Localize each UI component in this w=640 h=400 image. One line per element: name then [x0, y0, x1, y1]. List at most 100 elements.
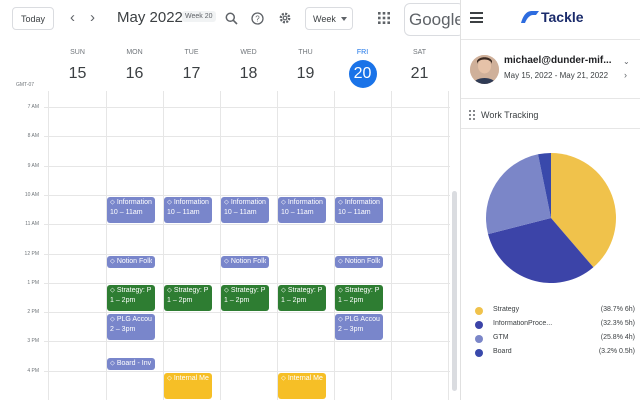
calendar-event[interactable]: ⬦ PLG Accou 2 – 3pm — [107, 314, 155, 341]
hour-label: 2 PM — [27, 309, 39, 316]
chevron-right-icon[interactable]: › — [90, 10, 95, 25]
day-number[interactable]: 20 — [348, 60, 377, 88]
week-day-header: SUN 15 MON 16 TUE 17 WED 18 THU 19 FRI 20 SAT 21 — [0, 40, 460, 91]
calendar-event[interactable]: ⬦ Strategy: P 1 – 2pm — [107, 284, 155, 312]
calendar-event[interactable]: ⬦ Strategy: P 1 – 2pm — [164, 284, 212, 312]
day-column-divider — [391, 91, 392, 400]
calendar-event[interactable]: ⬦ Information 10 – 11am — [107, 196, 155, 224]
hour-gridline — [44, 165, 450, 167]
legend-item: InformationProce... (32.3% 5h) — [475, 319, 635, 333]
calendar-view: Today ‹ › May 2022 Week 20 ? Week Google… — [0, 0, 460, 400]
legend-value: (32.3% 5h) — [600, 320, 635, 327]
time-grid[interactable]: 7 AM 8 AM 9 AM 10 AM 11 AM 12 PM 1 PM 2 PM 3 PM 4… — [0, 91, 460, 400]
hour-label: 9 AM — [27, 162, 39, 169]
calendar-event[interactable]: ⬦ Information 10 – 11am — [164, 196, 212, 224]
search-icon[interactable] — [221, 8, 241, 28]
event-time: 10 – 11am — [167, 208, 200, 216]
drag-handle-icon[interactable] — [469, 110, 475, 120]
chevron-left-icon[interactable]: ‹ — [70, 10, 75, 25]
legend-swatch — [475, 321, 483, 329]
event-title: ⬦ Information — [281, 198, 323, 206]
event-title: ⬦ Information — [224, 198, 266, 206]
hour-gridline — [44, 136, 450, 138]
gear-icon[interactable] — [275, 8, 295, 28]
day-column-divider — [334, 91, 335, 400]
day-column-divider — [277, 91, 278, 400]
day-name: SUN — [70, 49, 85, 56]
avatar[interactable] — [470, 55, 499, 84]
event-title: ⬦ Strategy: P — [338, 286, 380, 294]
day-number[interactable]: 18 — [235, 60, 263, 88]
day-header-sat[interactable]: SAT 21 — [391, 40, 448, 91]
day-header-tue[interactable]: TUE 17 — [163, 40, 220, 91]
tackle-logo-icon — [521, 11, 539, 23]
calendar-event[interactable]: ⬦ Information 10 – 11am — [221, 196, 269, 224]
day-number[interactable]: 15 — [64, 60, 92, 88]
event-time: 10 – 11am — [338, 208, 371, 216]
day-header-sun[interactable]: SUN 15 — [49, 40, 106, 91]
day-number[interactable]: 16 — [121, 60, 149, 88]
day-header-fri[interactable]: FRI 20 — [334, 40, 391, 91]
event-title: ⬦ Board - Inv — [110, 360, 152, 368]
hour-label: 7 AM — [27, 104, 39, 110]
day-number[interactable]: 17 — [178, 60, 206, 88]
hour-gridline — [44, 341, 450, 343]
hour-label: 8 AM — [27, 133, 39, 140]
hour-label: 3 PM — [27, 338, 39, 345]
calendar-event[interactable]: ⬦ Strategy: P 1 – 2pm — [221, 284, 269, 312]
svg-text:?: ? — [255, 14, 260, 23]
divider — [461, 128, 640, 129]
calendar-event[interactable]: ⬦ Board - Inv — [107, 358, 155, 371]
day-header-mon[interactable]: MON 16 — [106, 40, 163, 91]
day-header-wed[interactable]: WED 18 — [220, 40, 277, 91]
day-name: FRI — [356, 49, 369, 56]
calendar-event[interactable]: ⬦ PLG Accou 2 – 3pm — [335, 314, 383, 341]
google-account-button[interactable]: Google — [404, 3, 460, 36]
chevron-right-icon[interactable]: › — [624, 70, 627, 80]
calendar-event[interactable]: ⬦ Strategy: P 1 – 2pm — [278, 284, 326, 312]
day-name: SAT — [412, 49, 427, 56]
day-number[interactable]: 21 — [406, 60, 434, 88]
hour-gridline — [44, 312, 450, 314]
hour-label: 11 AM — [25, 221, 39, 228]
week-number-badge: Week 20 — [182, 11, 216, 22]
day-header-thu[interactable]: THU 19 — [277, 40, 334, 91]
calendar-event[interactable]: ⬦ Internal Me — [278, 372, 326, 399]
event-title: ⬦ Notion Follow — [224, 257, 266, 265]
hour-gridline — [44, 253, 450, 255]
hour-label: 4 PM — [27, 367, 39, 374]
event-title: ⬦ PLG Accou — [338, 316, 380, 324]
hour-label: 12 PM — [24, 250, 39, 257]
month-title: May 2022 — [117, 9, 183, 26]
calendar-event[interactable]: ⬦ Notion Follow — [221, 255, 269, 268]
event-title: ⬦ Notion Follow — [338, 257, 380, 265]
legend-value: (38.7% 6h) — [600, 306, 635, 313]
chevron-down-icon[interactable]: ⌄ — [623, 57, 630, 66]
calendar-event[interactable]: ⬦ Notion Follow — [335, 255, 383, 268]
day-number[interactable]: 19 — [292, 60, 320, 88]
day-name: THU — [298, 49, 313, 56]
account-email[interactable]: michael@dunder-mif... — [504, 55, 636, 66]
timezone-label: GMT-07 — [16, 82, 35, 88]
apps-grid-icon[interactable] — [374, 8, 394, 28]
date-range[interactable]: May 15, 2022 - May 21, 2022 — [504, 71, 608, 80]
scrollbar[interactable] — [452, 191, 457, 391]
calendar-event[interactable]: ⬦ Notion Follow — [107, 255, 155, 268]
calendar-event[interactable]: ⬦ Internal Me — [164, 372, 212, 399]
calendar-event[interactable]: ⬦ Strategy: P 1 – 2pm — [335, 284, 383, 312]
legend-label: Strategy — [493, 306, 520, 313]
calendar-event[interactable]: ⬦ Information 10 – 11am — [335, 196, 383, 224]
event-time: 1 – 2pm — [110, 296, 136, 304]
help-icon[interactable]: ? — [247, 8, 267, 28]
calendar-event[interactable]: ⬦ Information 10 – 11am — [278, 196, 326, 224]
event-title: ⬦ Information — [110, 198, 152, 206]
view-select[interactable]: Week — [305, 7, 353, 30]
event-title: ⬦ Strategy: P — [281, 286, 323, 294]
legend-value: (3.2% 0.5h) — [598, 348, 635, 355]
event-time: 1 – 2pm — [338, 296, 364, 304]
view-select-label: Week — [313, 13, 336, 24]
today-button[interactable]: Today — [12, 7, 54, 30]
hour-gridline — [44, 107, 450, 108]
menu-icon[interactable] — [470, 12, 483, 23]
legend-label: Board — [493, 348, 512, 355]
